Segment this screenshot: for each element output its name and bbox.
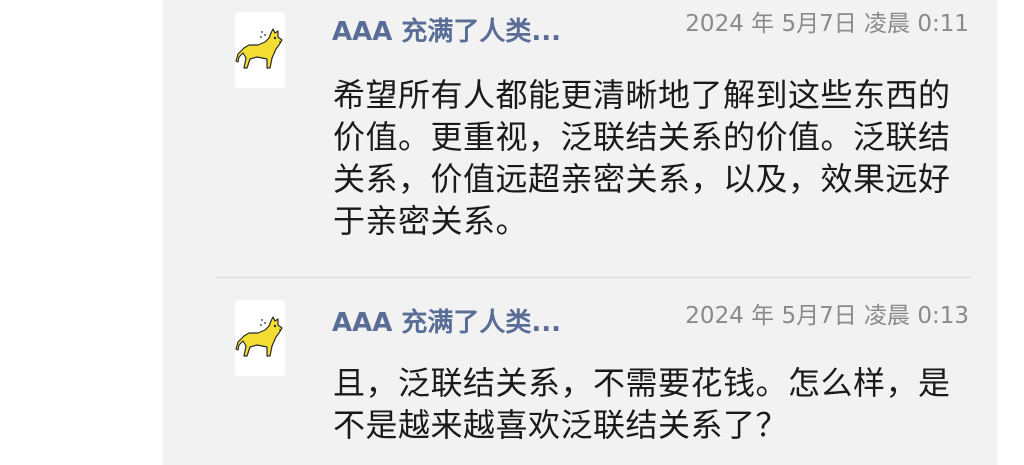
comment-feed: AAA 充满了人类... 2024 年 5月7日 凌晨 0:11 希望所有人都能… bbox=[163, 0, 997, 465]
avatar[interactable] bbox=[235, 300, 285, 376]
screen: AAA 充满了人类... 2024 年 5月7日 凌晨 0:11 希望所有人都能… bbox=[0, 0, 1024, 465]
author-name[interactable]: AAA 充满了人类... bbox=[332, 19, 561, 45]
timestamp: 2024 年 5月7日 凌晨 0:13 bbox=[685, 303, 969, 329]
yellow-cat-icon bbox=[235, 28, 283, 69]
yellow-cat-icon bbox=[235, 316, 283, 357]
comment-item: AAA 充满了人类... 2024 年 5月7日 凌晨 0:11 希望所有人都能… bbox=[163, 0, 997, 278]
avatar[interactable] bbox=[235, 12, 285, 88]
author-name[interactable]: AAA 充满了人类... bbox=[332, 310, 561, 336]
comment-item: AAA 充满了人类... 2024 年 5月7日 凌晨 0:13 且，泛联结关系… bbox=[163, 278, 997, 465]
timestamp: 2024 年 5月7日 凌晨 0:11 bbox=[685, 11, 969, 37]
comment-text: 希望所有人都能更清晰地了解到这些东西的价值。更重视，泛联结关系的价值。泛联结关系… bbox=[333, 76, 951, 240]
comment-text: 且，泛联结关系，不需要花钱。怎么样，是不是越来越喜欢泛联结关系了？ bbox=[333, 364, 951, 444]
